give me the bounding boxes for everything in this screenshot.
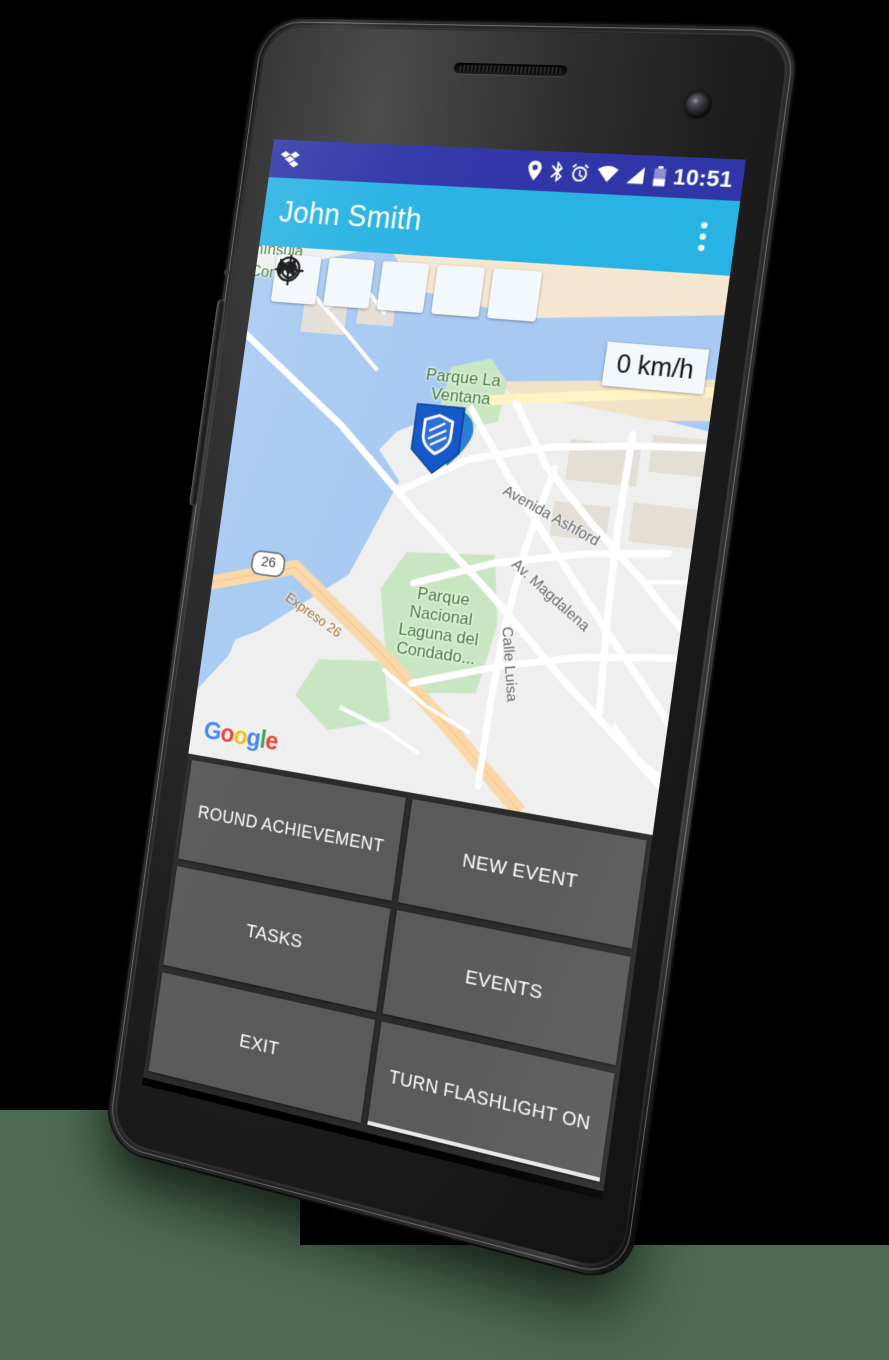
status-bar-icons: 10:51 [525, 157, 735, 193]
smartphone-device: 10:51 John Smith nínsula Parque La Venta… [103, 18, 801, 1285]
bluetooth-icon [549, 161, 564, 182]
overflow-dot [697, 244, 705, 252]
overflow-dot [700, 221, 708, 229]
map-label-calle-luisa: Calle Luisa [498, 625, 521, 703]
signal-icon [625, 166, 645, 185]
page-title: John Smith [277, 194, 424, 237]
map-view[interactable]: nínsula Condado Parque La Ventana Parque… [188, 245, 731, 836]
location-pin-icon [526, 160, 543, 181]
map-label-avenida-ashford: Avenida Ashford [499, 482, 603, 551]
phone-mockup-wrapper: 10:51 John Smith nínsula Parque La Venta… [0, 0, 889, 1360]
minus-circle-icon [273, 254, 303, 284]
skip-next-button[interactable] [278, 257, 375, 309]
screenshot-stage: 10:51 John Smith nínsula Parque La Venta… [0, 0, 889, 1360]
highway-shield-26 [251, 550, 286, 577]
status-bar-clock: 10:51 [671, 163, 735, 193]
overflow-menu-icon[interactable] [686, 215, 719, 258]
zoom-in-button[interactable] [431, 265, 486, 318]
my-location-button[interactable] [376, 261, 430, 314]
zoom-out-button[interactable] [487, 268, 543, 322]
status-bar-notifications [279, 148, 301, 170]
map-label-av-magdalena: Av. Magdalena [508, 555, 593, 636]
wifi-icon [595, 165, 619, 183]
alarm-clock-icon [568, 162, 591, 183]
overflow-dot [699, 233, 707, 240]
battery-icon [652, 166, 667, 187]
dropbox-icon [280, 150, 301, 168]
